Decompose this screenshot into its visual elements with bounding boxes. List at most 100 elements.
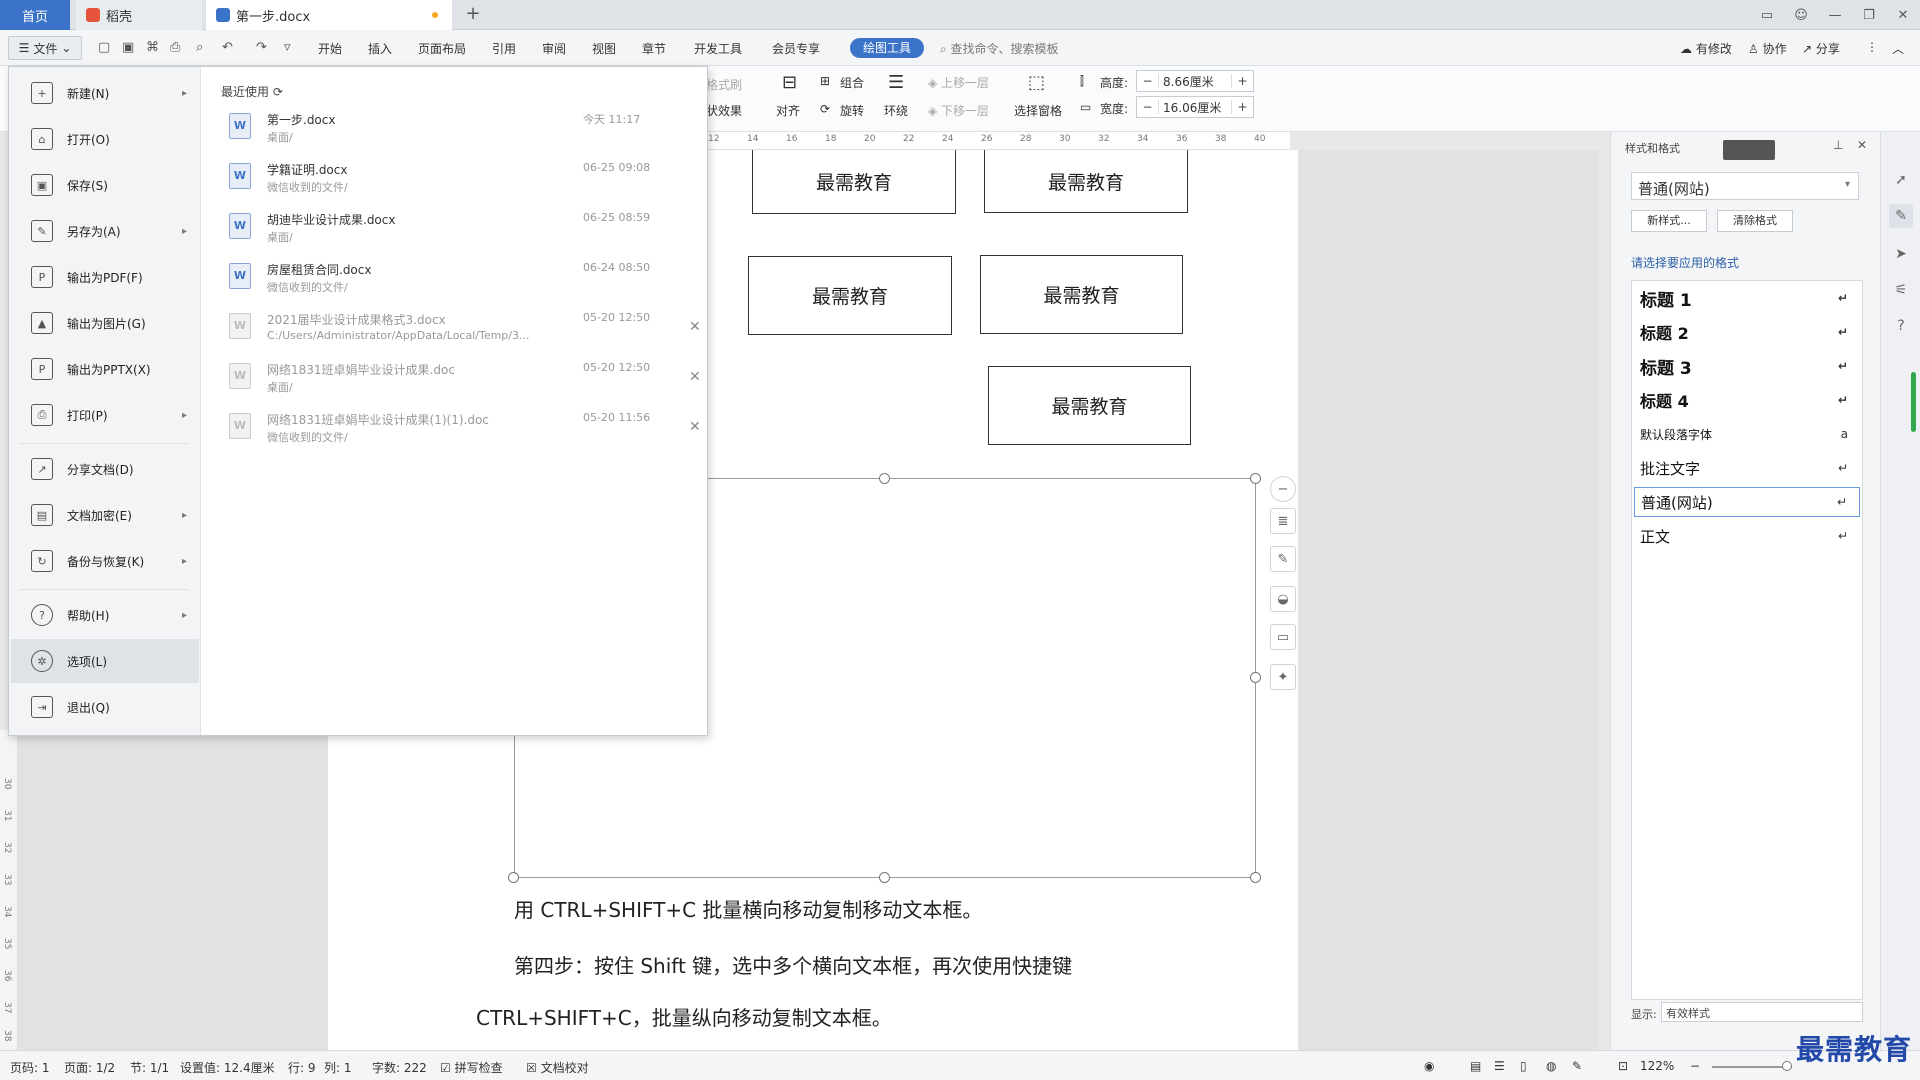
- width-value[interactable]: 16.06厘米: [1159, 99, 1231, 116]
- minimize-icon[interactable]: —: [1818, 8, 1852, 23]
- resize-handle[interactable]: [879, 473, 890, 484]
- recent-file-item[interactable]: W 学籍证明.docx 微信收到的文件/06-25 09:08: [221, 157, 701, 207]
- wrap-icon[interactable]: ☰: [888, 72, 904, 93]
- align-icon[interactable]: ⊟: [782, 72, 797, 93]
- command-search[interactable]: ⌕ 查找命令、搜索模板: [940, 40, 1059, 57]
- new-doc-icon[interactable]: ▢: [98, 40, 110, 55]
- remove-recent-icon[interactable]: ✕: [689, 419, 701, 435]
- pen-icon[interactable]: ✎: [1270, 546, 1296, 572]
- recent-file-item[interactable]: W 第一步.docx 桌面/今天 11:17: [221, 107, 701, 157]
- layout-options-icon[interactable]: ≣: [1270, 508, 1296, 534]
- scrollbar-thumb[interactable]: [1911, 372, 1916, 432]
- current-style-select[interactable]: 普通(网站) ▾: [1631, 172, 1859, 200]
- menu-exit[interactable]: ⇥ 退出(Q): [11, 685, 199, 729]
- menu-share-doc[interactable]: ↗ 分享文档(D): [11, 447, 199, 491]
- close-icon[interactable]: ✕: [1886, 8, 1920, 23]
- height-value[interactable]: 8.66厘米: [1159, 73, 1231, 90]
- style-brush-icon[interactable]: ✎: [1889, 204, 1913, 228]
- page-view-icon[interactable]: ▤: [1470, 1059, 1481, 1073]
- status-word-count[interactable]: 字数: 222: [372, 1059, 427, 1076]
- fill-icon[interactable]: ◒: [1270, 586, 1296, 612]
- collaborate-button[interactable]: ♙ 协作: [1748, 40, 1787, 57]
- width-increase-button[interactable]: +: [1231, 100, 1253, 114]
- status-page[interactable]: 页面: 1/2: [64, 1059, 115, 1076]
- undo-icon[interactable]: ↶: [222, 40, 233, 55]
- resize-handle[interactable]: [1250, 672, 1261, 683]
- eye-icon[interactable]: ◉: [1424, 1059, 1434, 1073]
- select-pointer-icon[interactable]: ➤: [1889, 242, 1913, 266]
- menu-insert[interactable]: 插入: [368, 40, 392, 57]
- reading-view-icon[interactable]: ▯: [1520, 1059, 1527, 1073]
- refresh-icon[interactable]: ⟳: [273, 85, 283, 99]
- style-heading-3[interactable]: 标题 3 ↵: [1634, 351, 1860, 381]
- file-menu-button[interactable]: ☰ 文件 ⌄: [8, 36, 82, 60]
- zoom-level[interactable]: 122%: [1640, 1059, 1674, 1073]
- style-heading-2[interactable]: 标题 2 ↵: [1634, 317, 1860, 347]
- paragraph-1[interactable]: 用 CTRL+SHIFT+C 批量横向移动复制移动文本框。: [514, 894, 982, 923]
- collapse-float-icon[interactable]: −: [1270, 476, 1296, 502]
- print-icon[interactable]: ⎙: [170, 40, 180, 55]
- height-stepper[interactable]: −8.66厘米 +: [1136, 70, 1254, 92]
- height-increase-button[interactable]: +: [1231, 74, 1253, 88]
- text-box[interactable]: 最需教育: [988, 366, 1191, 445]
- more-options-icon[interactable]: ⋮: [1866, 40, 1878, 54]
- menu-export-pdf[interactable]: P 输出为PDF(F): [11, 255, 199, 299]
- menu-view[interactable]: 视图: [592, 40, 616, 57]
- menu-print[interactable]: ⎙ 打印(P) ▸: [11, 393, 199, 437]
- style-comment-text[interactable]: 批注文字 ↵: [1634, 453, 1860, 483]
- shape-effect-label[interactable]: 状效果: [706, 102, 742, 119]
- menu-backup[interactable]: ↻ 备份与恢复(K) ▸: [11, 539, 199, 583]
- menu-developer[interactable]: 开发工具: [694, 40, 742, 57]
- menu-new[interactable]: + 新建(N) ▸: [11, 71, 199, 115]
- user-avatar-icon[interactable]: ☺: [1784, 8, 1818, 23]
- rotate-icon[interactable]: ⟳: [820, 102, 830, 116]
- rocket-icon[interactable]: ➚: [1889, 168, 1913, 192]
- zoom-slider-thumb[interactable]: [1782, 1061, 1792, 1071]
- resize-handle[interactable]: [1250, 872, 1261, 883]
- menu-review[interactable]: 审阅: [542, 40, 566, 57]
- group-button[interactable]: 组合: [840, 74, 864, 91]
- sliders-icon[interactable]: ⚟: [1889, 278, 1913, 302]
- styles-panel-title[interactable]: 样式和格式: [1625, 140, 1680, 156]
- style-default-font[interactable]: 默认段落字体 a: [1634, 419, 1860, 449]
- select-pane-icon[interactable]: ⬚: [1028, 72, 1045, 93]
- recent-file-item[interactable]: W 房屋租赁合同.docx 微信收到的文件/06-24 08:50: [221, 257, 701, 307]
- share-button[interactable]: ↗ 分享: [1802, 40, 1840, 57]
- spell-check-button[interactable]: ☑ 拼写检查: [440, 1059, 503, 1076]
- style-heading-4[interactable]: 标题 4 ↵: [1634, 385, 1860, 415]
- menu-options[interactable]: ✲ 选项(L): [11, 639, 199, 683]
- group-icon[interactable]: ⊞: [820, 74, 830, 88]
- resize-handle[interactable]: [1250, 473, 1261, 484]
- vertical-ruler[interactable]: 30 31 32 33 34 35 36 37 38: [0, 730, 18, 1050]
- width-decrease-button[interactable]: −: [1137, 100, 1159, 114]
- paragraph-2[interactable]: 第四步：按住 Shift 键，选中多个横向文本框，再次使用快捷键: [514, 950, 1072, 979]
- height-decrease-button[interactable]: −: [1137, 74, 1159, 88]
- help-icon[interactable]: ?: [1889, 314, 1913, 338]
- fit-page-icon[interactable]: ⊡: [1618, 1059, 1628, 1073]
- resize-handle[interactable]: [879, 872, 890, 883]
- recent-file-item[interactable]: W 网络1831班卓娟毕业设计成果.doc 桌面/05-20 12:50 ✕: [221, 357, 701, 407]
- new-tab-button[interactable]: +: [462, 3, 484, 27]
- menu-start[interactable]: 开始: [318, 40, 342, 57]
- input-method-icon[interactable]: [1723, 140, 1775, 160]
- style-heading-1[interactable]: 标题 1 ↵: [1634, 283, 1860, 313]
- more-icon[interactable]: ▿: [284, 40, 291, 55]
- collapse-ribbon-icon[interactable]: ︿: [1892, 40, 1904, 57]
- text-box[interactable]: 最需教育: [748, 256, 952, 335]
- menu-chapter[interactable]: 章节: [642, 40, 666, 57]
- menu-open[interactable]: ⌂ 打开(O): [11, 117, 199, 161]
- send-backward-button[interactable]: ◈ 下移一层: [928, 102, 989, 119]
- remove-recent-icon[interactable]: ✕: [689, 369, 701, 385]
- rotate-button[interactable]: 旋转: [840, 102, 864, 119]
- style-normal-web[interactable]: 普通(网站) ↵: [1634, 487, 1860, 517]
- remove-recent-icon[interactable]: ✕: [689, 319, 701, 335]
- recent-file-item[interactable]: W 胡迪毕业设计成果.docx 桌面/06-25 08:59: [221, 207, 701, 257]
- print-preview-icon[interactable]: ⌕: [196, 40, 203, 55]
- pin-icon[interactable]: ⊥: [1833, 138, 1843, 152]
- bring-forward-button[interactable]: ◈ 上移一层: [928, 74, 989, 91]
- zoom-out-icon[interactable]: −: [1690, 1059, 1700, 1073]
- tab-daoke[interactable]: 稻壳: [76, 0, 202, 30]
- effects-icon[interactable]: ✦: [1270, 664, 1296, 690]
- select-pane-button[interactable]: 选择窗格: [1014, 102, 1062, 119]
- paragraph-3[interactable]: CTRL+SHIFT+C，批量纵向移动复制文本框。: [476, 1002, 892, 1031]
